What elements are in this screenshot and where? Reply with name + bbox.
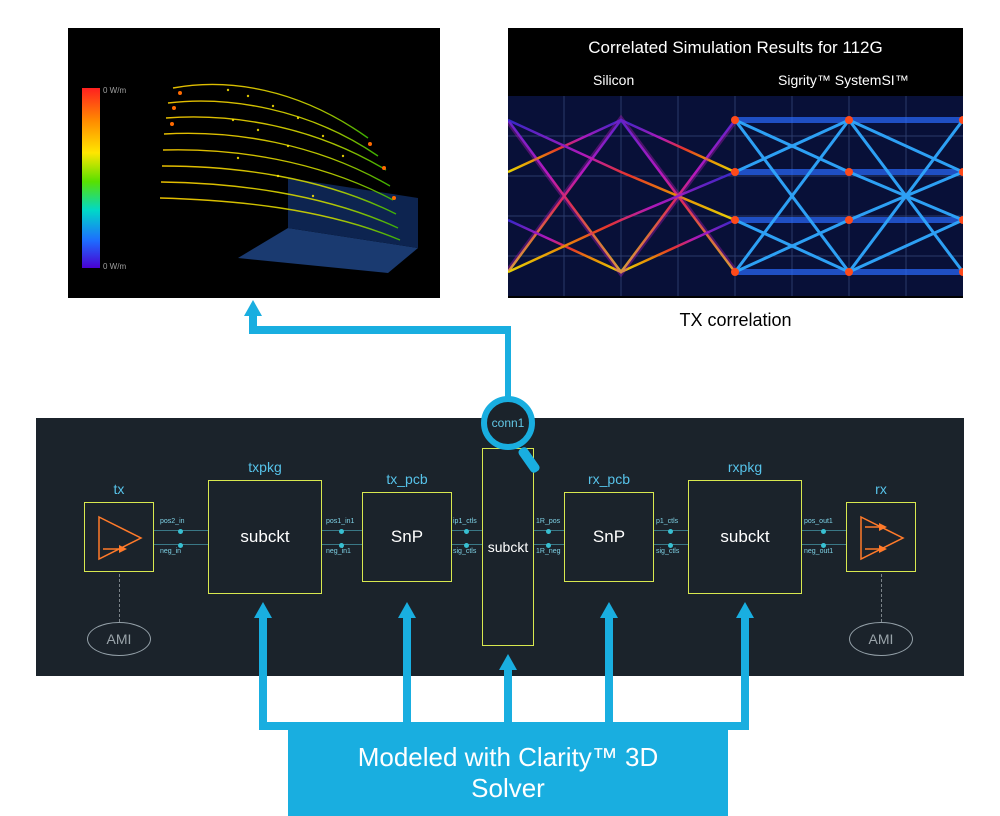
wire [534, 544, 564, 545]
eye-left-label: Silicon [593, 72, 634, 88]
wire [802, 544, 846, 545]
block-rxpkg: rxpkg subckt [688, 480, 802, 594]
port-label: pos1_in1 [326, 518, 354, 525]
block-conn1: subckt [482, 448, 534, 646]
arrow-hconnector [259, 722, 749, 730]
block-tx-pcb: tx_pcb SnP [362, 492, 452, 582]
eye-caption: TX correlation [508, 310, 963, 331]
eye-right-label: Sigrity™ SystemSI™ [778, 72, 909, 88]
arrow-stem [605, 618, 613, 730]
em-field-3d-render [138, 48, 428, 278]
arrow-stem [741, 618, 749, 730]
block-rx-pcb-label: rx_pcb [565, 471, 653, 487]
sim-topology-panel: tx AMI txpkg subckt tx_pcb SnP subckt rx… [36, 418, 964, 676]
wire [452, 530, 482, 531]
wire [322, 544, 362, 545]
arrow-up-icon [254, 602, 272, 618]
arrow-up-icon [499, 654, 517, 670]
tx-amp-icon [85, 503, 155, 573]
wire [154, 544, 208, 545]
port-label: ip1_ctls [453, 518, 477, 525]
clarity-banner-text: Modeled with Clarity™ 3D Solver [358, 742, 659, 803]
block-rxpkg-center: subckt [689, 527, 801, 547]
colormap-bar [82, 88, 100, 268]
block-rxpkg-label: rxpkg [689, 459, 801, 475]
arrow-up-icon [398, 602, 416, 618]
wire [322, 530, 362, 531]
block-txpkg-center: subckt [209, 527, 321, 547]
port-label: pos2_in [160, 518, 185, 525]
port-label: neg_in [160, 548, 181, 555]
block-txpkg: txpkg subckt [208, 480, 322, 594]
block-rx-pcb: rx_pcb SnP [564, 492, 654, 582]
wire [654, 530, 688, 531]
block-conn1-center: subckt [483, 539, 533, 555]
tx-ami-dash [119, 574, 120, 622]
tx-ami-text: AMI [107, 631, 132, 647]
block-rx: rx [846, 502, 916, 572]
colormap-bottom-label: 0 W/m [103, 262, 126, 271]
wire [452, 544, 482, 545]
wire [534, 530, 564, 531]
eye-title: Correlated Simulation Results for 112G [508, 38, 963, 58]
colormap-top-label: 0 W/m [103, 86, 126, 95]
eye-diagram-panel: Correlated Simulation Results for 112G S… [508, 28, 963, 298]
magnifier-icon: conn1 [481, 396, 535, 450]
block-rx-label: rx [847, 481, 915, 497]
port-label: neg_in1 [326, 548, 351, 555]
block-tx-pcb-label: tx_pcb [363, 471, 451, 487]
arrow-stem [259, 618, 267, 730]
port-label: 1R_neg [536, 548, 561, 555]
wire [802, 530, 846, 531]
elbow-v [249, 314, 257, 334]
arrow-stem [504, 670, 512, 730]
port-label: pos_out1 [804, 518, 833, 525]
tx-ami-ellipse: AMI [87, 622, 151, 656]
port-label: p1_ctls [656, 518, 678, 525]
port-label: neg_out1 [804, 548, 833, 555]
arrow-stem [403, 618, 411, 730]
rx-amp-icon [847, 503, 917, 573]
arrow-up-icon [600, 602, 618, 618]
block-tx-label: tx [85, 481, 153, 497]
block-txpkg-label: txpkg [209, 459, 321, 475]
wire [154, 530, 208, 531]
block-tx: tx [84, 502, 154, 572]
clarity-3d-render-panel: 0 W/m 0 W/m [68, 28, 440, 298]
arrow-up-icon [736, 602, 754, 618]
rx-ami-dash [881, 574, 882, 622]
rx-ami-text: AMI [869, 631, 894, 647]
rx-ami-ellipse: AMI [849, 622, 913, 656]
eye-diagram-plot [508, 96, 963, 296]
clarity-banner: Modeled with Clarity™ 3D Solver [288, 730, 728, 816]
port-label: sig_ctls [453, 548, 476, 555]
port-label: sig_ctls [656, 548, 679, 555]
port-label: 1R_pos [536, 518, 560, 525]
block-rx-pcb-center: SnP [565, 527, 653, 547]
block-tx-pcb-center: SnP [363, 527, 451, 547]
arrow-up-icon [244, 300, 262, 316]
wire [654, 544, 688, 545]
magnifier-label: conn1 [492, 416, 525, 430]
elbow-h [249, 326, 511, 334]
